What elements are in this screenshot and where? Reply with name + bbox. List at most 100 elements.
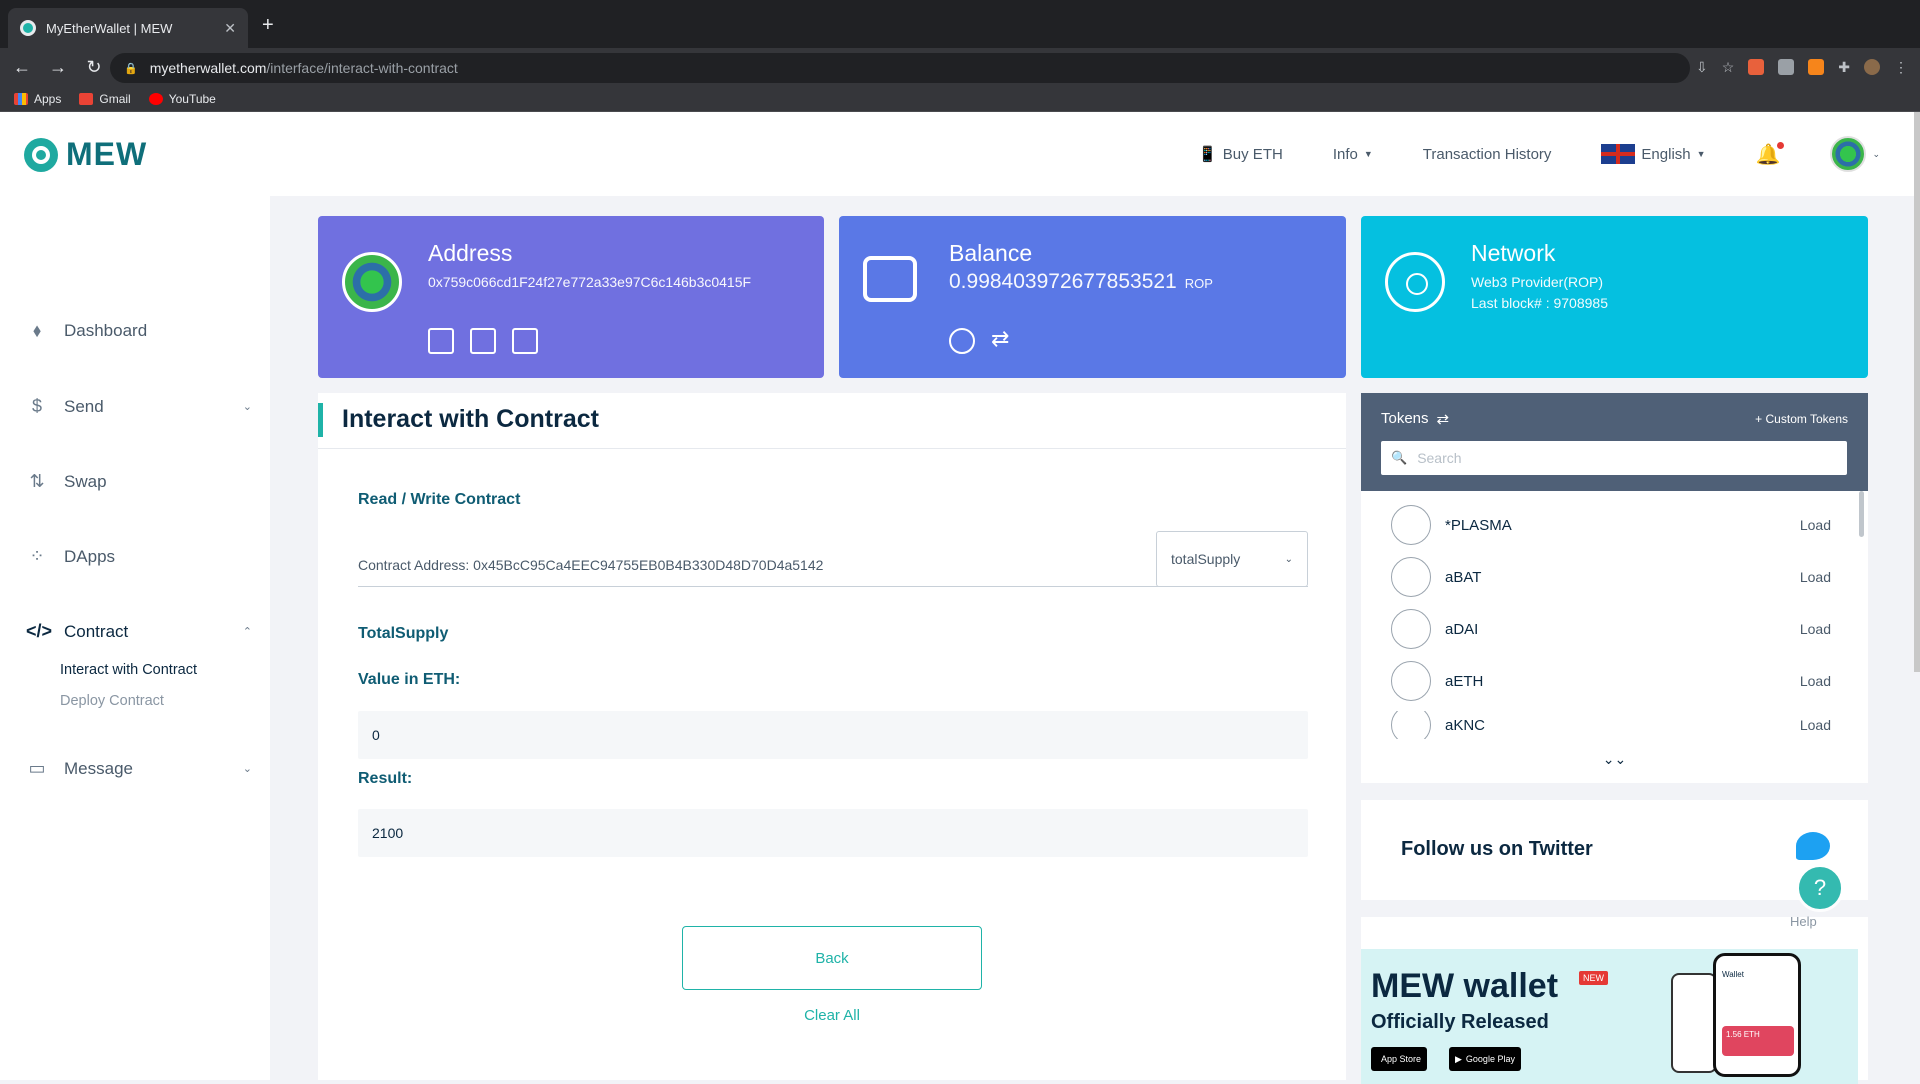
address-value: 0x759c066cd1F24f27e772a33e97C6c146b3c041…	[428, 274, 752, 290]
caret-down-icon: ▼	[1363, 149, 1373, 159]
extension-icon[interactable]	[1778, 59, 1795, 75]
tab-close-icon[interactable]: ✕	[224, 20, 236, 37]
profile-avatar[interactable]	[1864, 59, 1880, 75]
address-bar[interactable]: 🔒 myetherwallet.com /interface/interact-…	[110, 53, 1690, 83]
sidebar-sub-deploy[interactable]: Deploy Contract	[60, 693, 164, 709]
language-dropdown[interactable]: English ▼	[1601, 144, 1706, 164]
menu-dots-icon[interactable]: ⋮	[1894, 59, 1908, 76]
page-scrollbar[interactable]	[1914, 112, 1920, 672]
network-card: Network Web3 Provider(ROP) Last block# :…	[1361, 216, 1868, 378]
sidebar-sub-interact[interactable]: Interact with Contract	[60, 662, 197, 678]
sidebar-item-send[interactable]: $ Send ⌄	[26, 396, 252, 417]
token-logo	[1391, 661, 1431, 701]
token-logo	[1391, 505, 1431, 545]
install-icon[interactable]: ⇩	[1696, 59, 1708, 76]
tokens-scrollbar[interactable]	[1859, 491, 1864, 537]
sidebar-item-contract[interactable]: </> Contract ⌃	[26, 621, 252, 642]
back-arrow-icon[interactable]: ←	[8, 57, 36, 78]
page-title: Interact with Contract	[342, 405, 599, 433]
browser-extensions: ⇩ ☆ ✚ ⋮	[1696, 48, 1908, 86]
back-button[interactable]: Back	[682, 926, 982, 990]
account-menu[interactable]: ⌄	[1830, 136, 1880, 172]
address-actions	[428, 328, 538, 354]
token-row: aETH Load	[1391, 661, 1831, 701]
header-nav: 📱 Buy ETH Info ▼ Transaction History Engli…	[1198, 134, 1880, 174]
uk-flag-icon	[1601, 144, 1636, 164]
promo-subtitle: Officially Released	[1371, 1011, 1549, 1033]
value-input[interactable]: 0	[358, 711, 1308, 759]
transaction-history-link[interactable]: Transaction History	[1423, 146, 1552, 163]
phone-icon: 📱	[1198, 146, 1217, 163]
token-row: aKNC Load	[1391, 711, 1831, 739]
address-avatar	[342, 252, 402, 312]
section-label: Read / Write Contract	[358, 491, 521, 508]
dapps-icon: ⁘	[29, 546, 45, 566]
notification-dot	[1777, 141, 1785, 149]
token-load-button[interactable]: Load	[1800, 517, 1831, 533]
more-icon[interactable]	[949, 328, 975, 354]
qr-code-icon[interactable]	[428, 328, 454, 354]
chevron-down-icon: ⌄	[1872, 148, 1880, 159]
caret-down-icon: ▼	[1696, 149, 1706, 159]
chevron-down-icon: ⌄	[242, 763, 252, 775]
reload-icon[interactable]: ↻	[80, 57, 108, 78]
function-select[interactable]: totalSupply ⌄	[1156, 531, 1308, 587]
balance-unit: ROP	[1184, 276, 1213, 291]
code-icon: </>	[26, 621, 53, 641]
bookmark-star-icon[interactable]: ☆	[1722, 59, 1735, 76]
browser-tab[interactable]: MyEtherWallet | MEW ✕	[8, 8, 248, 48]
bookmark-youtube[interactable]: YouTube	[148, 92, 216, 106]
token-load-button[interactable]: Load	[1800, 569, 1831, 585]
app-store-badge[interactable]: App Store	[1371, 1047, 1428, 1071]
mew-wallet-promo[interactable]: MEW wallet NEW Officially Released App S…	[1361, 917, 1868, 1084]
google-play-badge[interactable]: ▶ Google Play	[1449, 1047, 1521, 1071]
sidebar-item-dashboard[interactable]: ⬧ Dashboard	[26, 320, 252, 341]
token-load-button[interactable]: Load	[1800, 621, 1831, 637]
print-icon[interactable]	[470, 328, 496, 354]
ethereum-icon: ⬧	[32, 320, 42, 340]
swap-arrows-icon[interactable]: ⇄	[991, 328, 1017, 354]
bookmark-apps[interactable]: Apps	[14, 92, 61, 106]
phone-wallet-label: Wallet	[1722, 970, 1744, 979]
refresh-icon[interactable]: ⇄	[1437, 410, 1450, 428]
info-dropdown[interactable]: Info ▼	[1333, 146, 1373, 163]
network-last-block: Last block# : 9708985	[1471, 295, 1608, 311]
copy-icon[interactable]	[512, 328, 538, 354]
balance-card: Balance 0.998403972677853521 ROP ⇄	[839, 216, 1346, 378]
twitter-card[interactable]: Follow us on Twitter	[1361, 800, 1868, 900]
token-load-button[interactable]: Load	[1800, 673, 1831, 689]
url-path: /interface/interact-with-contract	[266, 60, 458, 76]
result-label: Result:	[358, 770, 413, 787]
balance-actions: ⇄	[949, 328, 1017, 354]
metamask-fox-icon[interactable]	[1808, 59, 1825, 75]
sidebar: ⬧ Dashboard $ Send ⌄ ⇅ Swap ⁘ DApps </> Contra…	[0, 196, 270, 1080]
puzzle-icon[interactable]: ✚	[1838, 59, 1850, 76]
bookmark-gmail[interactable]: Gmail	[79, 92, 131, 106]
forward-arrow-icon[interactable]: →	[44, 57, 72, 78]
mew-logo[interactable]: MEW	[24, 136, 147, 173]
sidebar-item-message[interactable]: ▭ Message ⌄	[26, 758, 252, 779]
send-icon: $	[31, 396, 42, 416]
tokens-panel: Tokens ⇄ + Custom Tokens 🔍 Search *PLASMA…	[1361, 393, 1868, 783]
sidebar-item-swap[interactable]: ⇅ Swap	[26, 471, 252, 492]
token-load-button[interactable]: Load	[1800, 717, 1831, 733]
promo-banner: MEW wallet NEW Officially Released App S…	[1361, 949, 1858, 1084]
url-host: myetherwallet.com	[149, 60, 267, 76]
custom-tokens-link[interactable]: + Custom Tokens	[1755, 412, 1848, 426]
title-accent	[318, 403, 323, 437]
token-search-input[interactable]: 🔍 Search	[1381, 441, 1847, 475]
token-logo	[1391, 609, 1431, 649]
balance-value: 0.998403972677853521	[949, 270, 1177, 293]
value-label: Value in ETH:	[358, 671, 461, 688]
buy-eth-link[interactable]: 📱 Buy ETH	[1198, 145, 1283, 164]
extension-icon[interactable]	[1748, 59, 1765, 75]
new-tab-button[interactable]: +	[262, 14, 274, 37]
sidebar-item-dapps[interactable]: ⁘ DApps	[26, 546, 252, 567]
notification-bell-icon[interactable]: 🔔	[1756, 141, 1785, 167]
tab-title: MyEtherWallet | MEW	[46, 20, 173, 36]
promo-title: MEW wallet	[1371, 967, 1559, 1005]
help-button[interactable]: ?	[1796, 864, 1844, 912]
help-label: Help	[1790, 914, 1817, 929]
expand-tokens-icon[interactable]: ⌄⌄	[1361, 751, 1868, 768]
clear-all-link: Clear All	[804, 1007, 860, 1024]
